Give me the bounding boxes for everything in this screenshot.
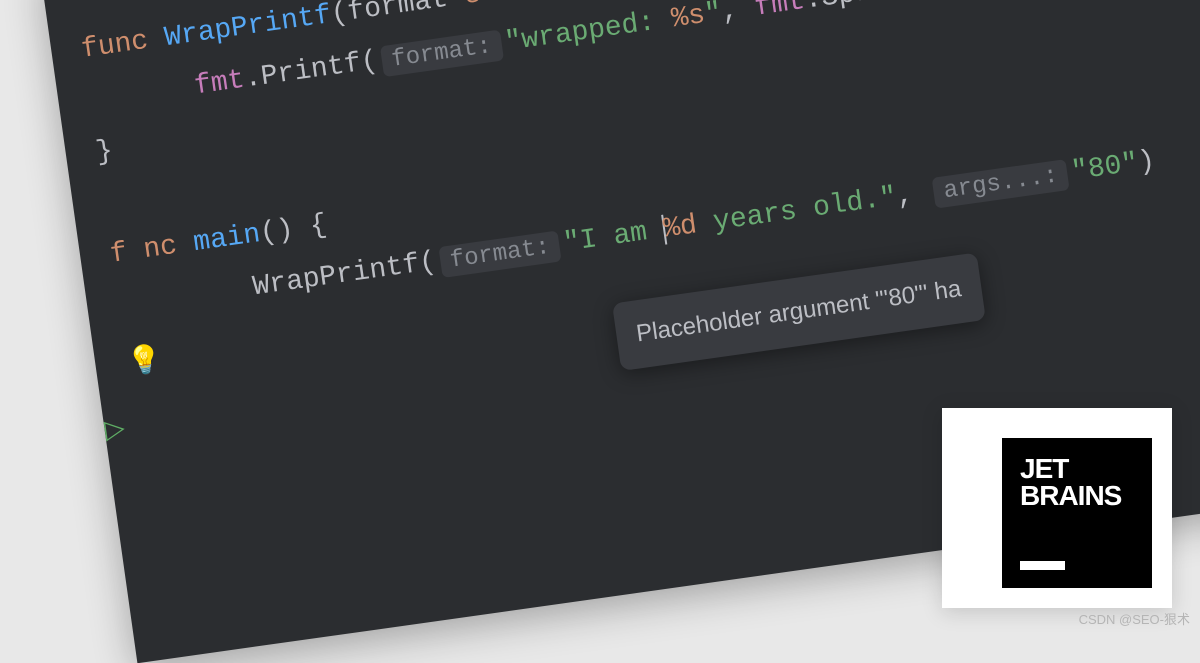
logo-line2: BRAINS: [1020, 483, 1134, 510]
inspection-tooltip: Placeholder argument '"80"' ha: [612, 252, 986, 371]
intention-bulb-icon[interactable]: 💡: [124, 335, 166, 391]
paren-close: ): [1136, 146, 1157, 179]
string-iam-a: "I am: [562, 215, 666, 260]
keyword-func: func: [79, 26, 150, 66]
param-hint-args: args...:: [932, 159, 1070, 209]
param-format: format: [346, 0, 450, 28]
brace-close: }: [94, 135, 115, 168]
run-gutter-icon[interactable]: ▷: [102, 405, 128, 455]
paren: (: [359, 46, 380, 79]
comma: ,: [719, 0, 757, 28]
paren: (: [417, 247, 438, 280]
func-main: main: [192, 219, 263, 259]
parens: () {: [258, 210, 329, 250]
jetbrains-logo-card: JET BRAINS: [942, 408, 1172, 608]
format-spec-d: %d: [661, 210, 699, 245]
logo-bar: [1020, 561, 1065, 570]
dot: .: [803, 0, 824, 17]
pkg-fmt2: fmt: [753, 0, 807, 24]
string-80: "80": [1070, 148, 1141, 188]
logo-line1: JET: [1020, 456, 1134, 483]
param-hint-format: format:: [380, 29, 504, 77]
jetbrains-logo: JET BRAINS: [1002, 438, 1152, 588]
comma: ,: [894, 177, 932, 212]
keyword-func-partial2: nc: [142, 231, 180, 266]
format-spec-s: %s: [669, 0, 707, 35]
watermark: CSDN @SEO-狠术: [1079, 609, 1190, 628]
pkg-fmt: fmt: [192, 65, 246, 103]
param-hint-format: format:: [438, 230, 562, 278]
indent: [90, 96, 179, 109]
logo-text: JET BRAINS: [1020, 456, 1134, 509]
method-printf: Printf: [259, 48, 363, 93]
indent: [119, 297, 238, 314]
